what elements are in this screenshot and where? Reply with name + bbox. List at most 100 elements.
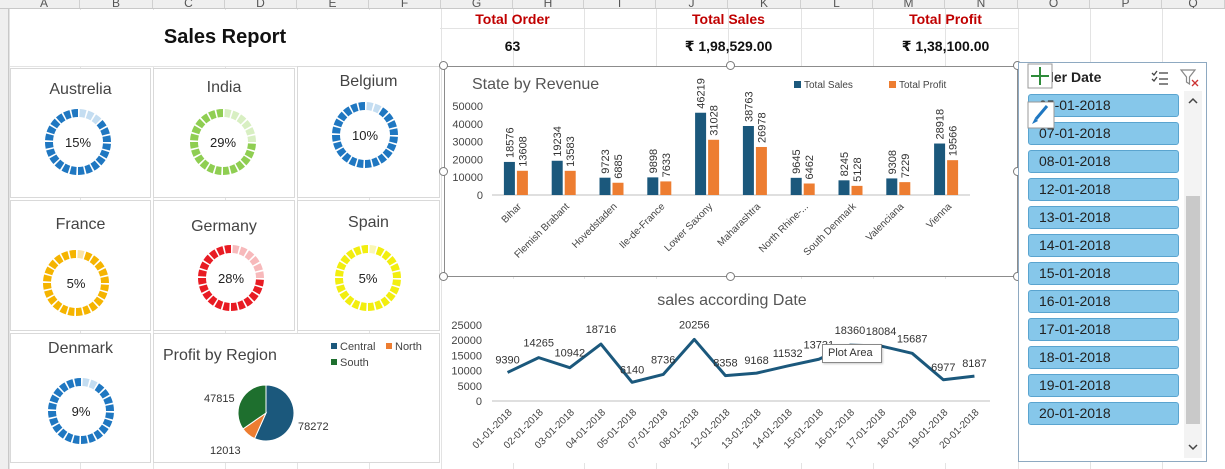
country-card-germany[interactable]: Germany 28% xyxy=(153,200,295,331)
slicer-item[interactable]: 18-01-2018 xyxy=(1028,346,1179,369)
chevron-up-icon[interactable] xyxy=(1188,97,1198,105)
series-line[interactable] xyxy=(506,337,975,384)
country-donut: 29% xyxy=(190,109,256,175)
donut-segment xyxy=(69,166,77,175)
column-header[interactable]: L xyxy=(801,0,873,8)
slicer-item[interactable]: 19-01-2018 xyxy=(1028,374,1179,397)
slicer-item[interactable]: 14-01-2018 xyxy=(1028,234,1179,257)
column-header[interactable]: N xyxy=(945,0,1018,8)
profit-by-region-chart[interactable]: Profit by Region Central North South 78272… xyxy=(153,333,440,463)
donut-segment xyxy=(255,271,264,279)
donut-segment xyxy=(48,402,57,410)
column-header[interactable]: A xyxy=(9,0,80,8)
bar[interactable] xyxy=(742,126,754,195)
bar-data-label: 9308 xyxy=(887,150,899,174)
order-date-slicer[interactable]: Order Date 05-01-2018 07-01-2018 08-01-201… xyxy=(1018,62,1207,462)
column-header[interactable]: M xyxy=(873,0,945,8)
kpi-total-profit-value[interactable]: ₹ 1,38,100.00 xyxy=(873,38,1018,55)
donut-segment xyxy=(249,255,260,266)
bar[interactable] xyxy=(647,177,659,195)
bar[interactable] xyxy=(551,160,563,195)
sales-by-date-chart[interactable]: sales according Date 0 5000 10000 15000 2000… xyxy=(444,279,1018,463)
kpi-total-sales-value[interactable]: ₹ 1,98,529.00 xyxy=(656,38,801,55)
multi-select-icon[interactable] xyxy=(1150,69,1170,87)
slicer-item[interactable]: 17-01-2018 xyxy=(1028,318,1179,341)
bar[interactable] xyxy=(947,160,959,195)
legend-label: Total Sales xyxy=(804,80,853,91)
column-header[interactable]: O xyxy=(1018,0,1090,8)
bar[interactable] xyxy=(838,180,850,195)
bar[interactable] xyxy=(934,143,946,195)
bar[interactable] xyxy=(564,170,576,195)
country-card-belgium[interactable]: Belgium 10% xyxy=(297,66,440,198)
donut-segment xyxy=(216,109,224,118)
state-by-revenue-chart[interactable]: State by Revenue 0 10000 20000 30000 40000 50… xyxy=(444,66,1018,277)
bar[interactable] xyxy=(503,161,515,195)
country-card-denmark[interactable]: Denmark 9% xyxy=(10,333,151,463)
donut-segment xyxy=(345,249,356,260)
column-header[interactable]: J xyxy=(656,0,728,8)
donut-segment xyxy=(99,388,110,399)
donut-segment xyxy=(49,417,59,426)
bar-data-label: 7229 xyxy=(900,154,912,178)
column-header[interactable]: D xyxy=(225,0,297,8)
donut-segment xyxy=(203,254,214,265)
bar[interactable] xyxy=(660,181,672,195)
bar[interactable] xyxy=(516,170,528,195)
bar[interactable] xyxy=(708,139,720,195)
slicer-scrollbar[interactable] xyxy=(1184,91,1202,458)
column-header[interactable]: P xyxy=(1090,0,1162,8)
slicer-item[interactable]: 16-01-2018 xyxy=(1028,290,1179,313)
chevron-down-icon[interactable] xyxy=(1188,443,1198,451)
donut-segment xyxy=(50,118,61,129)
donut-segment xyxy=(199,159,210,170)
donut-segment xyxy=(208,249,219,260)
country-card-france[interactable]: France 5% xyxy=(10,200,151,331)
x-tick-label: Hovedstaden xyxy=(570,201,619,250)
clear-filter-icon[interactable] xyxy=(1179,68,1201,88)
slicer-item[interactable]: 13-01-2018 xyxy=(1028,206,1179,229)
kpi-total-order-value[interactable]: 63 xyxy=(441,38,584,54)
bar[interactable] xyxy=(790,177,802,195)
country-card-india[interactable]: India 29% xyxy=(153,68,295,198)
bar[interactable] xyxy=(851,185,863,195)
donut-segment xyxy=(69,250,77,259)
column-header[interactable]: E xyxy=(297,0,369,8)
column-header[interactable]: I xyxy=(584,0,656,8)
y-tick-label: 0 xyxy=(477,190,483,202)
bar[interactable] xyxy=(695,112,707,195)
scrollbar-thumb[interactable] xyxy=(1186,196,1200,424)
bar[interactable] xyxy=(803,183,815,195)
resize-handle-top-left[interactable] xyxy=(439,61,448,70)
slicer-item[interactable]: 08-01-2018 xyxy=(1028,150,1179,173)
bar[interactable] xyxy=(599,177,611,195)
country-card-spain[interactable]: Spain 5% xyxy=(297,200,440,331)
column-header[interactable]: Q xyxy=(1162,0,1225,8)
slicer-item[interactable]: 20-01-2018 xyxy=(1028,402,1179,425)
column-header[interactable]: B xyxy=(80,0,153,8)
column-header[interactable]: K xyxy=(728,0,801,8)
donut-segment xyxy=(344,295,355,306)
report-title-cell[interactable]: Sales Report xyxy=(10,10,440,66)
resize-handle-left[interactable] xyxy=(439,167,448,176)
slicer-item[interactable]: 12-01-2018 xyxy=(1028,178,1179,201)
donut-segment xyxy=(191,125,202,135)
bar[interactable] xyxy=(886,178,898,195)
resize-handle-top[interactable] xyxy=(726,61,735,70)
bar[interactable] xyxy=(755,146,767,195)
column-header[interactable]: H xyxy=(513,0,584,8)
donut-segment xyxy=(55,113,66,124)
column-header[interactable]: C xyxy=(153,0,225,8)
donut-segment xyxy=(341,152,352,163)
bar-data-label: 28918 xyxy=(935,109,947,140)
donut-segment xyxy=(382,148,393,159)
slicer-item[interactable]: 15-01-2018 xyxy=(1028,262,1179,285)
country-card-austrelia[interactable]: Austrelia 15% xyxy=(10,68,151,198)
donut-segment xyxy=(52,423,63,434)
resize-handle-bottom-left[interactable] xyxy=(439,272,448,281)
bar[interactable] xyxy=(899,182,911,195)
column-header[interactable]: F xyxy=(369,0,441,8)
column-header[interactable]: G xyxy=(441,0,513,8)
bar[interactable] xyxy=(612,182,624,195)
resize-handle-bottom[interactable] xyxy=(726,272,735,281)
